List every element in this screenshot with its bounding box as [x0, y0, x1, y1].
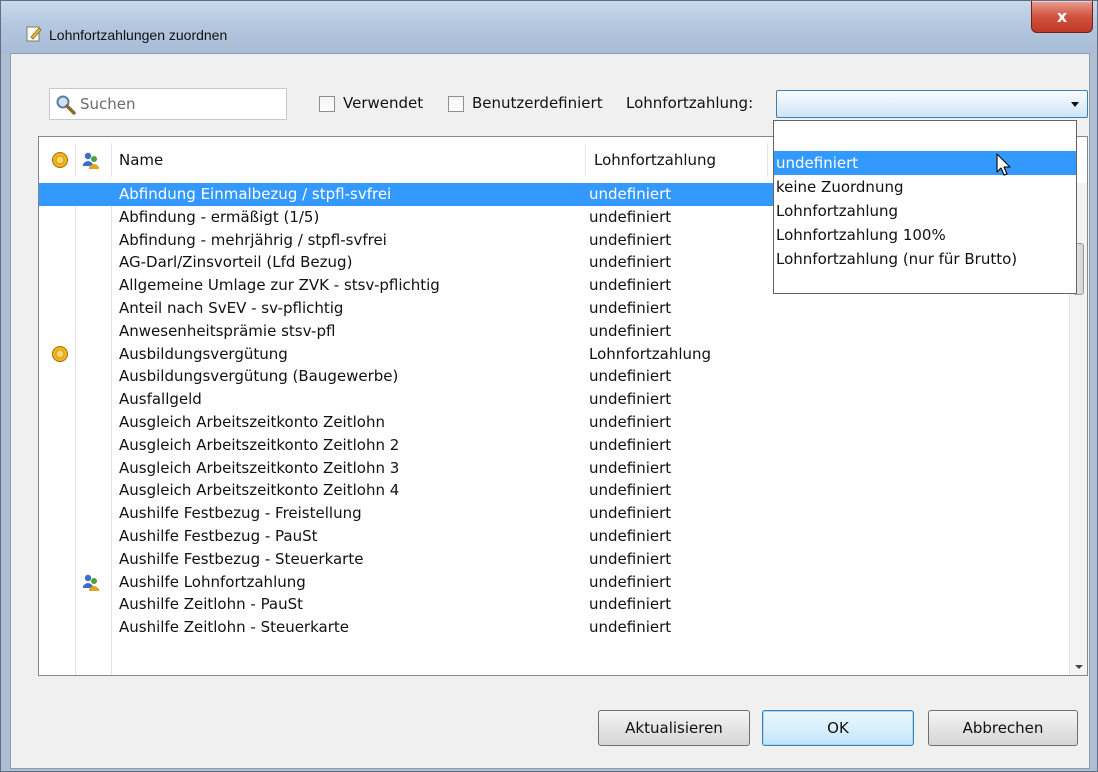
row-name: Aushilfe Festbezug - Steuerkarte [119, 549, 364, 568]
row-lohnfortzahlung: undefiniert [589, 230, 672, 249]
row-name: Aushilfe Zeitlohn - PauSt [119, 595, 304, 614]
row-lohnfortzahlung: undefiniert [589, 390, 672, 409]
row-lohnfortzahlung: undefiniert [589, 549, 672, 568]
users-icon [83, 574, 99, 591]
table-row[interactable]: Ausbildungsvergütung Lohnfortzahlung [39, 343, 1069, 366]
users-icon[interactable] [81, 150, 101, 170]
header-divider [585, 143, 586, 177]
chevron-down-icon [1071, 102, 1079, 107]
dropdown-option[interactable]: undefiniert [774, 151, 1076, 176]
dropdown-option-label: undefiniert [776, 154, 859, 172]
mouse-cursor-icon [996, 153, 1011, 176]
header-divider [767, 143, 768, 177]
table-row[interactable]: Aushilfe Festbezug - PauSt undefiniert [39, 525, 1069, 548]
row-lohnfortzahlung: undefiniert [589, 276, 672, 295]
table-row[interactable]: Anteil nach SvEV - sv-pflichtig undefinie… [39, 297, 1069, 320]
lohnfortzahlung-combobox[interactable] [776, 90, 1088, 118]
dropdown-option[interactable]: Lohnfortzahlung (nur für Brutto) [774, 247, 1076, 271]
row-name: Aushilfe Festbezug - Freistellung [119, 504, 362, 523]
row-lohnfortzahlung: undefiniert [589, 527, 672, 545]
table-row[interactable]: Ausfallgeld undefiniert [39, 388, 1069, 411]
dropdown-option[interactable]: keine Zuordnung [774, 175, 1076, 199]
close-button[interactable]: x [1031, 1, 1093, 33]
dropdown-option[interactable]: Lohnfortzahlung 100% [774, 223, 1076, 247]
dropdown-option-label: keine Zuordnung [776, 178, 904, 196]
coin-icon[interactable] [51, 151, 69, 169]
row-lohnfortzahlung: undefiniert [589, 618, 672, 637]
dialog-icon [26, 26, 42, 42]
header-divider [111, 143, 112, 177]
table-row[interactable]: Aushilfe Festbezug - Freistellung undefin… [39, 502, 1069, 525]
column-header-lohnfortzahlung[interactable]: Lohnfortzahlung [594, 151, 716, 169]
dropdown-option[interactable]: Lohnfortzahlung [774, 199, 1076, 223]
header-divider [75, 143, 76, 177]
lohnfortzahlung-dropdown-list: undefiniert keine Zuordnung Lohnfortzahlun… [773, 120, 1077, 294]
row-name: Ausgleich Arbeitszeitkonto Zeitlohn [119, 413, 385, 431]
table-row[interactable]: Ausgleich Arbeitszeitkonto Zeitlohn 3 und… [39, 457, 1069, 480]
row-lohnfortzahlung: undefiniert [589, 504, 672, 523]
column-header-name[interactable]: Name [119, 151, 163, 169]
row-name: Aushilfe Festbezug - PauSt [119, 527, 318, 545]
verwendet-label: Verwendet [343, 94, 424, 112]
lohnfortzahlung-filter-label: Lohnfortzahlung: [626, 94, 754, 112]
dropdown-option-label: Lohnfortzahlung [776, 202, 899, 220]
row-name: Abfindung - mehrjährig / stpfl-svfrei [119, 230, 387, 249]
dropdown-option[interactable] [774, 123, 1076, 147]
row-name: Aushilfe Zeitlohn - Steuerkarte [119, 618, 349, 637]
row-lohnfortzahlung: undefiniert [589, 458, 672, 477]
row-lohnfortzahlung: undefiniert [589, 253, 672, 272]
dialog-content: Verwendet Benutzerdefiniert Lohnfortzahl… [10, 53, 1090, 769]
row-name: Ausbildungsvergütung [119, 344, 288, 363]
table-row[interactable]: Aushilfe Zeitlohn - Steuerkarte undefinie… [39, 616, 1069, 639]
row-name: Anteil nach SvEV - sv-pflichtig [119, 299, 344, 317]
dialog-window: Lohnfortzahlungen zuordnen x Verwendet B… [0, 0, 1098, 772]
abbrechen-button[interactable]: Abbrechen [928, 710, 1078, 746]
dropdown-option-label: Lohnfortzahlung 100% [776, 226, 946, 244]
row-lohnfortzahlung: undefiniert [589, 367, 672, 386]
search-box[interactable] [49, 88, 287, 120]
title-bar[interactable]: Lohnfortzahlungen zuordnen x [1, 1, 1097, 53]
row-name: Ausbildungsvergütung (Baugewerbe) [119, 367, 399, 386]
row-lohnfortzahlung: undefiniert [589, 595, 672, 614]
row-name: Abfindung Einmalbezug / stpfl-svfrei [119, 185, 392, 203]
row-name: Ausgleich Arbeitszeitkonto Zeitlohn 3 [119, 458, 400, 477]
row-name: Ausgleich Arbeitszeitkonto Zeitlohn 2 [119, 435, 400, 454]
row-lohnfortzahlung: undefiniert [589, 413, 672, 431]
aktualisieren-button[interactable]: Aktualisieren [598, 710, 750, 746]
verwendet-checkbox[interactable] [319, 96, 335, 112]
table-row[interactable]: Ausgleich Arbeitszeitkonto Zeitlohn 2 und… [39, 434, 1069, 457]
row-lohnfortzahlung: undefiniert [589, 299, 672, 317]
benutzerdefiniert-label: Benutzerdefiniert [472, 94, 603, 112]
row-name: Ausgleich Arbeitszeitkonto Zeitlohn 4 [119, 481, 400, 500]
row-name: Allgemeine Umlage zur ZVK - stsv-pflicht… [119, 276, 440, 295]
table-row[interactable]: Ausbildungsvergütung (Baugewerbe) undefin… [39, 365, 1069, 388]
row-lohnfortzahlung: undefiniert [589, 321, 672, 340]
ok-button[interactable]: OK [762, 710, 914, 746]
row-name: Abfindung - ermäßigt (1/5) [119, 207, 320, 226]
table-row[interactable]: Aushilfe Zeitlohn - PauSt undefiniert [39, 593, 1069, 616]
row-lohnfortzahlung: undefiniert [589, 481, 672, 500]
row-lohnfortzahlung: Lohnfortzahlung [589, 344, 712, 363]
close-icon: x [1056, 7, 1068, 26]
search-input[interactable] [78, 92, 278, 116]
table-row[interactable]: Aushilfe Festbezug - Steuerkarte undefini… [39, 548, 1069, 571]
window-title: Lohnfortzahlungen zuordnen [49, 27, 228, 43]
table-row[interactable]: Aushilfe Lohnfortzahlung undefiniert [39, 571, 1069, 594]
row-lohnfortzahlung: undefiniert [589, 185, 672, 203]
row-name: Aushilfe Lohnfortzahlung [119, 572, 306, 591]
row-name: AG-Darl/Zinsvorteil (Lfd Bezug) [119, 253, 353, 272]
coin-icon [52, 345, 68, 362]
table-row[interactable]: Ausgleich Arbeitszeitkonto Zeitlohn undef… [39, 411, 1069, 434]
table-row[interactable]: Anwesenheitsprämie stsv-pfl undefiniert [39, 320, 1069, 343]
table-row[interactable]: Ausgleich Arbeitszeitkonto Zeitlohn 4 und… [39, 479, 1069, 502]
row-lohnfortzahlung: undefiniert [589, 207, 672, 226]
scroll-down-icon[interactable] [1075, 665, 1083, 669]
row-name: Ausfallgeld [119, 390, 202, 409]
row-lohnfortzahlung: undefiniert [589, 572, 672, 591]
row-lohnfortzahlung: undefiniert [589, 435, 672, 454]
search-icon [56, 95, 76, 115]
row-name: Anwesenheitsprämie stsv-pfl [119, 321, 336, 340]
benutzerdefiniert-checkbox[interactable] [448, 96, 464, 112]
dropdown-option-label: Lohnfortzahlung (nur für Brutto) [776, 250, 1018, 268]
